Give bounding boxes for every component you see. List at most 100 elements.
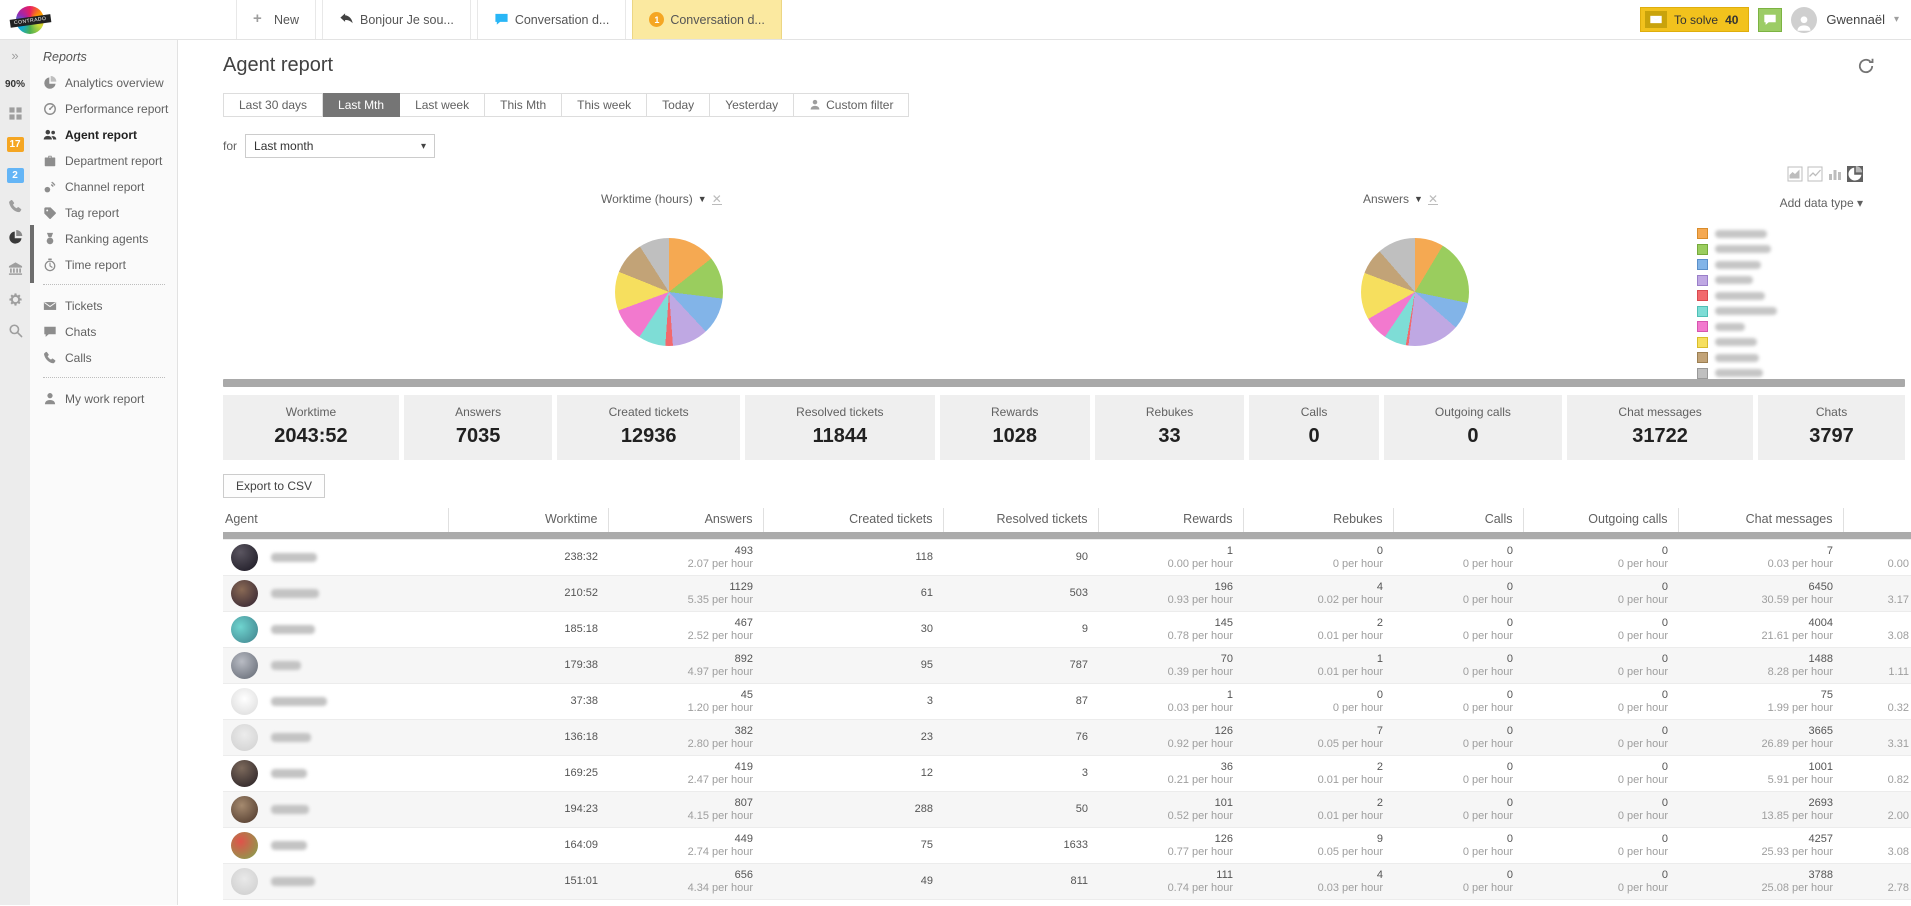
chevron-down-icon[interactable]: ▼ <box>1414 194 1423 204</box>
date-filter-tab[interactable]: Last week <box>400 93 485 117</box>
search-icon[interactable] <box>8 323 23 338</box>
table-row[interactable]: 179:38 8924.97 per hour 95 787 700.39 pe… <box>223 647 1911 683</box>
column-header-agent[interactable]: Agent <box>223 508 448 532</box>
line-chart-icon[interactable] <box>1807 166 1823 182</box>
sidebar-item[interactable]: Calls <box>43 351 177 365</box>
table-horizontal-scrollbar[interactable] <box>223 532 1911 539</box>
sidebar: Reports Analytics overview Performance r… <box>30 40 178 905</box>
chevron-down-icon[interactable]: ▾ <box>1894 14 1899 25</box>
sidebar-item-label: Agent report <box>65 128 137 142</box>
sidebar-item[interactable]: Tag report <box>43 206 177 220</box>
sidebar-item[interactable]: Agent report <box>43 128 177 142</box>
table-row[interactable]: 151:01 6564.34 per hour 49 811 1110.74 p… <box>223 863 1911 899</box>
table-row[interactable]: 194:23 8074.15 per hour 288 50 1010.52 p… <box>223 791 1911 827</box>
close-icon[interactable]: ✕ <box>712 194 722 205</box>
legend-item[interactable] <box>1697 321 1837 332</box>
add-data-type-dropdown[interactable]: Add data type ▾ <box>1780 196 1863 210</box>
legend-item[interactable] <box>1697 290 1837 301</box>
close-icon[interactable]: ✕ <box>1428 194 1438 205</box>
legend-item[interactable] <box>1697 244 1837 255</box>
legend-item[interactable] <box>1697 368 1837 379</box>
calls-icon[interactable] <box>8 199 23 214</box>
settings-gear-icon[interactable] <box>8 292 23 307</box>
worktime-pie-chart[interactable] <box>615 238 723 346</box>
legend-item[interactable] <box>1697 352 1837 363</box>
chart1-title[interactable]: Worktime (hours) <box>601 192 693 206</box>
refresh-icon[interactable] <box>1857 57 1875 75</box>
chart2-title[interactable]: Answers <box>1363 192 1409 206</box>
column-header-rebukes[interactable]: Rebukes <box>1243 508 1393 532</box>
date-filter-tab[interactable]: Last Mth <box>323 93 400 117</box>
column-header-created-tickets[interactable]: Created tickets <box>763 508 943 532</box>
user-name[interactable]: Gwennaël <box>1826 12 1885 27</box>
charts-horizontal-scrollbar[interactable] <box>223 379 1905 387</box>
expand-sidebar-icon[interactable]: » <box>8 48 23 63</box>
sidebar-item[interactable]: Ranking agents <box>43 232 177 246</box>
date-filter-tab[interactable]: Yesterday <box>710 93 794 117</box>
tickets-count-badge[interactable]: 17 <box>7 137 24 152</box>
sidebar-item[interactable]: Department report <box>43 154 177 168</box>
date-filter-tab[interactable]: Today <box>647 93 710 117</box>
date-filter-tab[interactable]: Custom filter <box>794 93 909 117</box>
cell-rewards: 1010.52 per hour <box>1098 791 1243 827</box>
column-header-answers[interactable]: Answers <box>608 508 763 532</box>
sidebar-item[interactable]: Tickets <box>43 299 177 313</box>
column-header-calls[interactable]: Calls <box>1393 508 1523 532</box>
conversation-tab[interactable]: 1 Conversation d... <box>632 0 782 39</box>
chats-count-badge[interactable]: 2 <box>7 168 24 183</box>
pie-chart-icon[interactable] <box>1847 166 1863 182</box>
conversation-tab[interactable]: Conversation d... <box>477 0 627 39</box>
company-icon[interactable] <box>8 261 23 276</box>
column-header-resolved-tickets[interactable]: Resolved tickets <box>943 508 1098 532</box>
cell-calls: 00 per hour <box>1393 863 1523 899</box>
legend-item[interactable] <box>1697 337 1837 348</box>
column-header-rewards[interactable]: Rewards <box>1098 508 1243 532</box>
legend-item[interactable] <box>1697 275 1837 286</box>
table-row[interactable]: 136:18 3822.80 per hour 23 76 1260.92 pe… <box>223 719 1911 755</box>
cell-rebukes: 20.01 per hour <box>1243 611 1393 647</box>
export-csv-button[interactable]: Export to CSV <box>223 474 325 498</box>
legend-item[interactable] <box>1697 228 1837 239</box>
chat-toggle-button[interactable] <box>1758 8 1782 32</box>
sidebar-scrollbar[interactable] <box>30 225 34 283</box>
reports-icon[interactable] <box>8 230 23 245</box>
conversation-tab[interactable]: + New <box>236 0 316 39</box>
bar-chart-icon[interactable] <box>1827 166 1843 182</box>
answers-pie-chart[interactable] <box>1361 238 1469 346</box>
sidebar-item[interactable]: Time report <box>43 258 177 272</box>
user-avatar[interactable] <box>1791 7 1817 33</box>
legend-item[interactable] <box>1697 259 1837 270</box>
conversation-tab[interactable]: Bonjour Je sou... <box>322 0 471 39</box>
legend-color-swatch <box>1697 321 1708 332</box>
app-logo[interactable]: CONTRADO <box>0 0 230 39</box>
sidebar-item[interactable]: Performance report <box>43 102 177 116</box>
date-filter-tab[interactable]: Last 30 days <box>223 93 323 117</box>
table-row[interactable]: 37:38 451.20 per hour 3 87 10.03 per hou… <box>223 683 1911 719</box>
column-header-chat-messages[interactable]: Chat messages <box>1678 508 1843 532</box>
table-row[interactable]: 238:32 4932.07 per hour 118 90 10.00 per… <box>223 539 1911 575</box>
area-chart-icon[interactable] <box>1787 166 1803 182</box>
table-row[interactable]: 185:18 4672.52 per hour 30 9 1450.78 per… <box>223 611 1911 647</box>
table-row[interactable]: 210:52 11295.35 per hour 61 503 1960.93 … <box>223 575 1911 611</box>
column-header-outgoing-calls[interactable]: Outgoing calls <box>1523 508 1678 532</box>
date-filter-tab[interactable]: This week <box>562 93 647 117</box>
legend-item[interactable] <box>1697 306 1837 317</box>
table-row[interactable]: 169:25 4192.47 per hour 12 3 360.21 per … <box>223 755 1911 791</box>
agents-table-body: 238:32 4932.07 per hour 118 90 10.00 per… <box>223 539 1911 899</box>
sidebar-item[interactable]: Channel report <box>43 180 177 194</box>
sidebar-item[interactable]: Analytics overview <box>43 76 177 90</box>
sidebar-item[interactable]: My work report <box>43 392 177 406</box>
dashboard-icon[interactable] <box>8 106 23 121</box>
legend-color-swatch <box>1697 337 1708 348</box>
table-row[interactable]: 164:09 4492.74 per hour 75 1633 1260.77 … <box>223 827 1911 863</box>
avatar <box>231 796 258 823</box>
chevron-down-icon[interactable]: ▼ <box>698 194 707 204</box>
sidebar-item[interactable]: Chats <box>43 325 177 339</box>
column-header-worktime[interactable]: Worktime <box>448 508 608 532</box>
to-solve-button[interactable]: To solve 40 <box>1640 7 1749 32</box>
date-filter-tab[interactable]: This Mth <box>485 93 562 117</box>
period-select[interactable]: Last month ▾ <box>245 134 435 158</box>
envelope-icon <box>43 299 57 313</box>
availability-percent[interactable]: 90% <box>5 79 25 90</box>
column-header-chats[interactable]: Chats <box>1843 508 1911 532</box>
